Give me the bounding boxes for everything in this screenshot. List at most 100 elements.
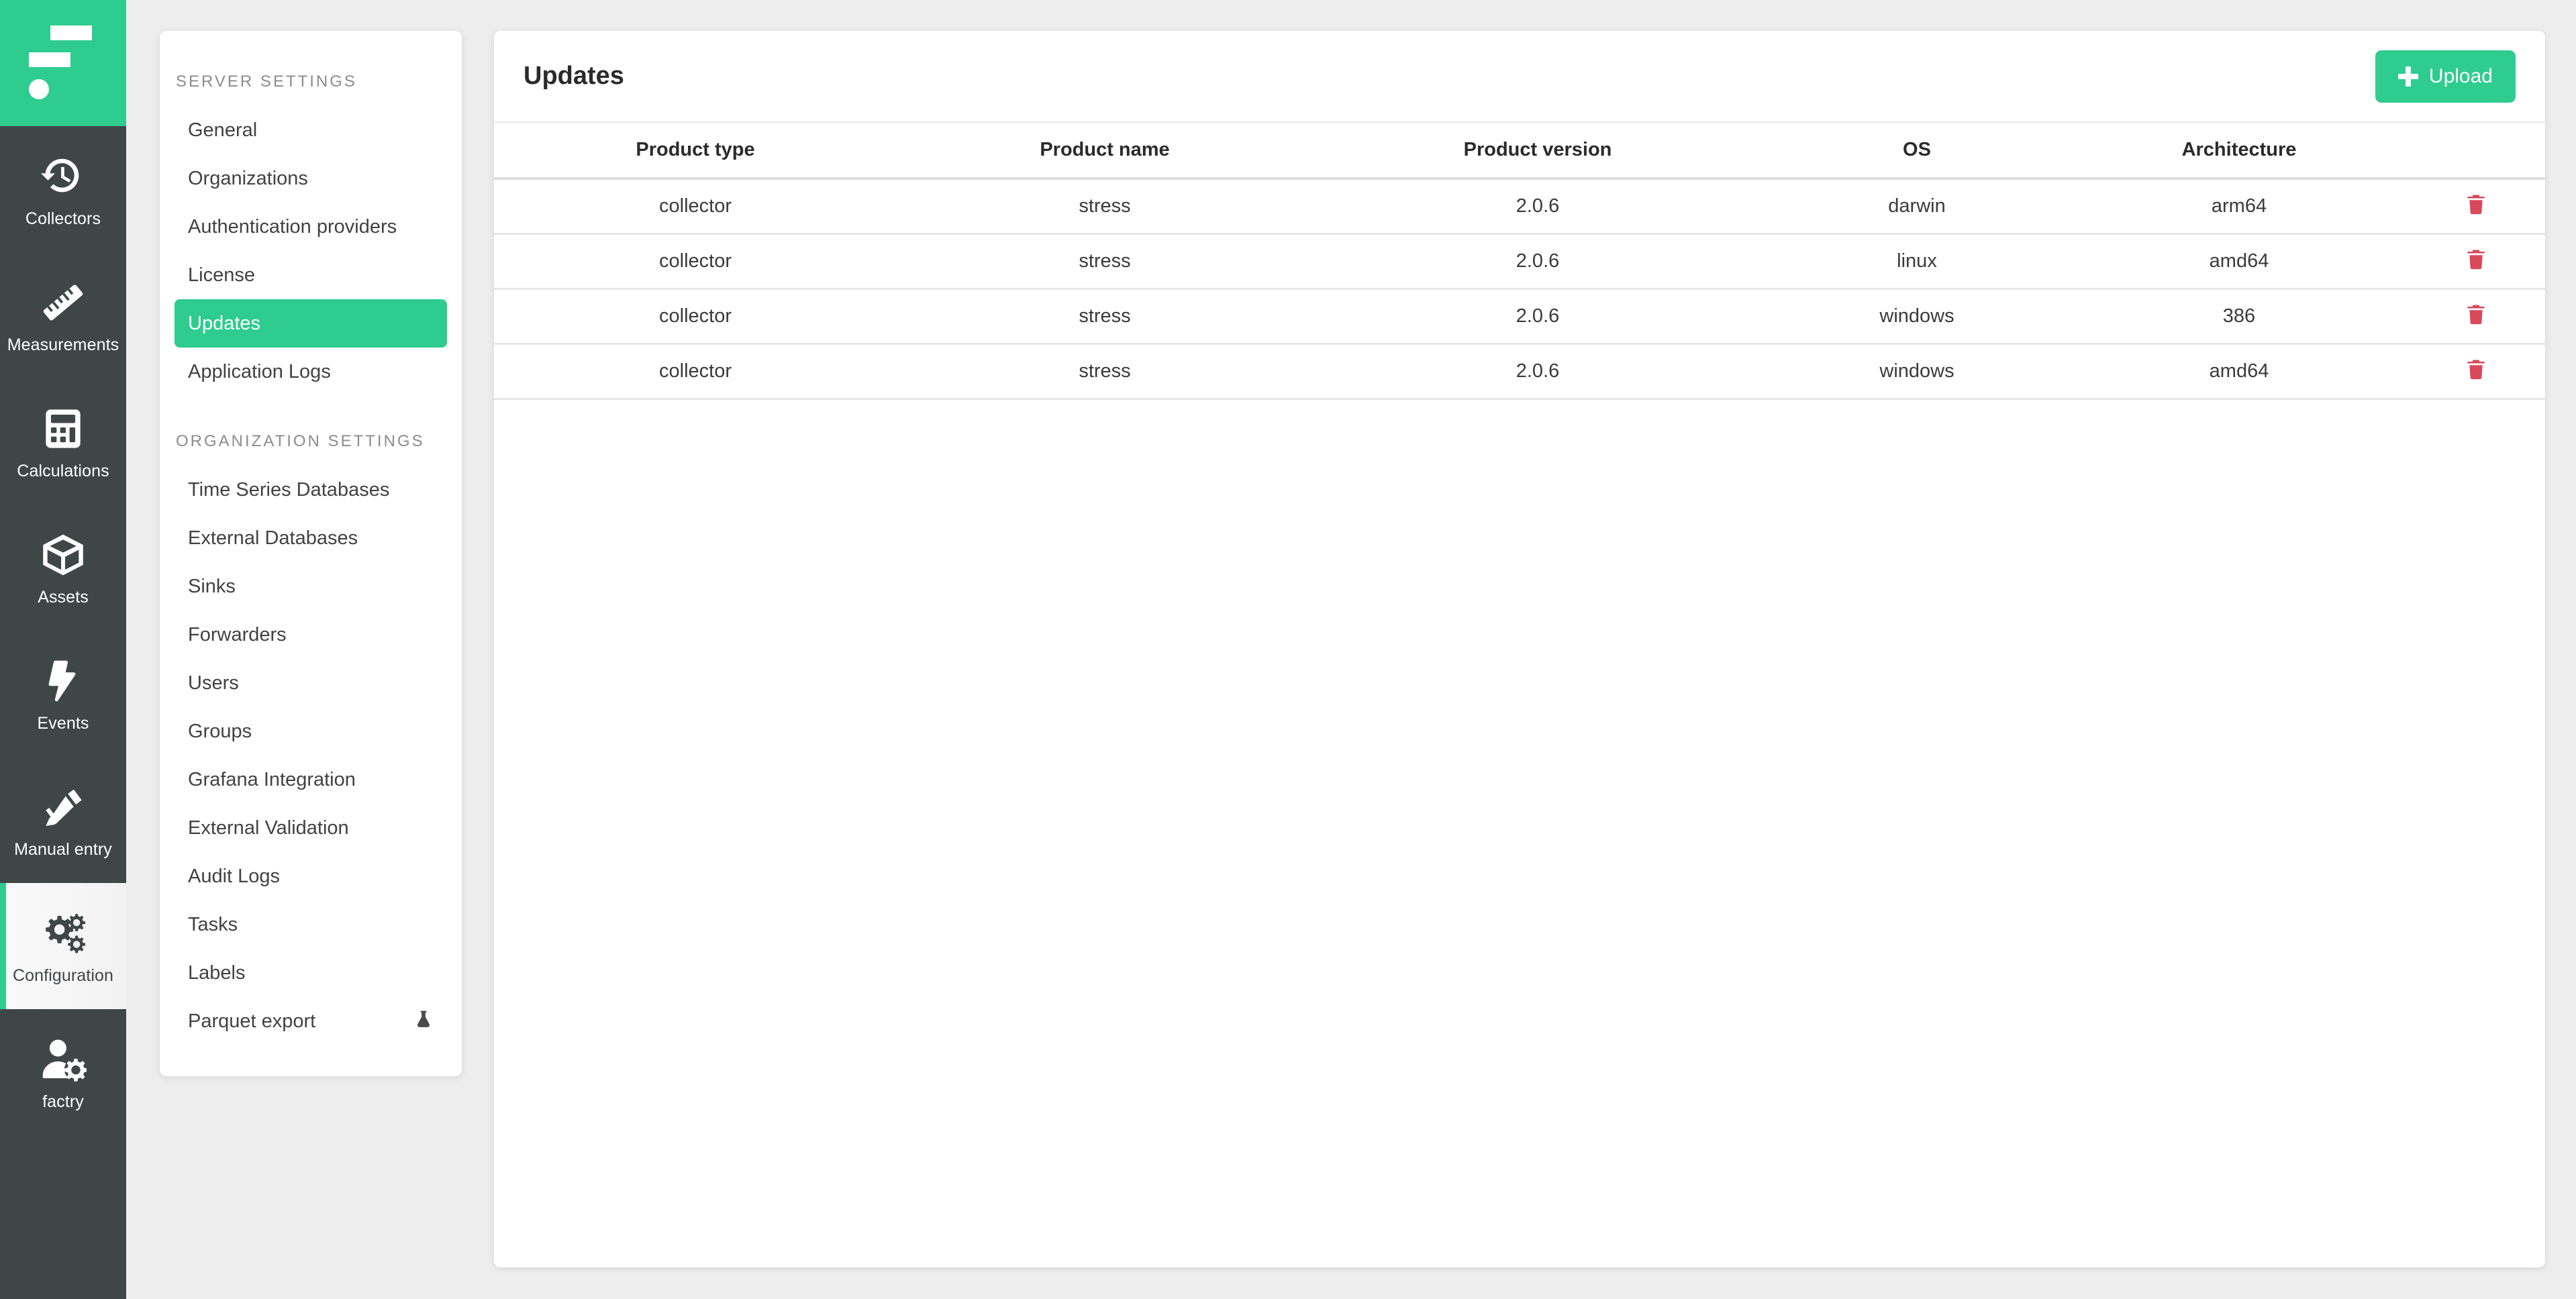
settings-item-tasks[interactable]: Tasks bbox=[175, 900, 447, 949]
history-clock-icon bbox=[38, 152, 88, 201]
nav-item-assets[interactable]: Assets bbox=[0, 505, 126, 631]
settings-item-label: Grafana Integration bbox=[188, 768, 356, 790]
settings-item-label: Labels bbox=[188, 962, 246, 984]
cell-os: linux bbox=[1763, 233, 2071, 290]
settings-item-label: Application Logs bbox=[188, 360, 331, 382]
nav-item-label: factry bbox=[42, 1092, 84, 1111]
cell-actions bbox=[2407, 233, 2545, 290]
settings-item-groups[interactable]: Groups bbox=[175, 707, 447, 756]
app-root: Collectors Measurements Calculations Assets… bbox=[0, 0, 2576, 1299]
nav-item-configuration[interactable]: Configuration bbox=[0, 883, 126, 1009]
cell-architecture: 386 bbox=[2071, 289, 2407, 345]
cell-product-type: collector bbox=[494, 289, 897, 345]
table-row: collector stress 2.0.6 darwin arm64 bbox=[494, 178, 2545, 235]
settings-item-label: Forwarders bbox=[188, 623, 287, 645]
primary-navigation-rail: Collectors Measurements Calculations Assets… bbox=[0, 0, 126, 1299]
settings-item-labels[interactable]: Labels bbox=[175, 949, 447, 997]
table-body: collector stress 2.0.6 darwin arm64 collector… bbox=[494, 178, 2545, 400]
settings-item-sinks[interactable]: Sinks bbox=[175, 562, 447, 611]
table-row: collector stress 2.0.6 linux amd64 bbox=[494, 233, 2545, 290]
settings-item-license[interactable]: License bbox=[175, 251, 447, 299]
delete-row-button[interactable] bbox=[2461, 190, 2491, 219]
settings-item-grafana-integration[interactable]: Grafana Integration bbox=[175, 756, 447, 804]
table-column-header bbox=[2407, 121, 2545, 180]
cell-product-version: 2.0.6 bbox=[1313, 233, 1763, 290]
cell-os: windows bbox=[1763, 344, 2071, 400]
nav-item-label: Assets bbox=[38, 587, 89, 607]
settings-item-label: Updates bbox=[188, 312, 261, 334]
nav-item-collectors[interactable]: Collectors bbox=[0, 126, 126, 252]
cell-architecture: amd64 bbox=[2071, 344, 2407, 400]
nav-item-label: Calculations bbox=[17, 461, 109, 480]
lightning-bolt-icon bbox=[38, 656, 88, 706]
nav-item-factry[interactable]: factry bbox=[0, 1009, 126, 1135]
nav-item-events[interactable]: Events bbox=[0, 631, 126, 757]
nav-spacer bbox=[0, 1135, 126, 1299]
cell-product-version: 2.0.6 bbox=[1313, 289, 1763, 345]
trash-icon bbox=[2465, 302, 2487, 327]
settings-item-external-validation[interactable]: External Validation bbox=[175, 804, 447, 852]
settings-item-label: Organizations bbox=[188, 167, 308, 189]
settings-item-label: Groups bbox=[188, 720, 252, 742]
settings-item-label: Audit Logs bbox=[188, 865, 281, 887]
table-column-header: OS bbox=[1763, 121, 2071, 180]
settings-item-label: General bbox=[188, 119, 258, 141]
upload-button-label: Upload bbox=[2428, 64, 2493, 87]
cube-icon bbox=[38, 530, 88, 580]
settings-group-title: SERVER SETTINGS bbox=[176, 72, 357, 91]
panel-header: Updates Upload bbox=[494, 31, 2545, 121]
nav-item-label: Events bbox=[37, 713, 89, 733]
settings-item-application-logs[interactable]: Application Logs bbox=[175, 348, 447, 396]
settings-item-users[interactable]: Users bbox=[175, 659, 447, 707]
cell-product-type: collector bbox=[494, 233, 897, 290]
settings-menu-card: SERVER SETTINGS General Organizations Authe… bbox=[160, 31, 462, 1076]
nav-item-calculations[interactable]: Calculations bbox=[0, 378, 126, 505]
cell-product-name: stress bbox=[897, 344, 1313, 400]
page-title: Updates bbox=[524, 62, 624, 90]
settings-item-label: License bbox=[188, 264, 255, 286]
nav-item-label: Configuration bbox=[12, 966, 113, 985]
cell-product-name: stress bbox=[897, 178, 1313, 235]
cell-actions bbox=[2407, 178, 2545, 235]
nav-item-measurements[interactable]: Measurements bbox=[0, 252, 126, 378]
cell-architecture: arm64 bbox=[2071, 178, 2407, 235]
cell-product-version: 2.0.6 bbox=[1313, 178, 1763, 235]
settings-item-label: Parquet export bbox=[188, 1010, 316, 1032]
logo-dot bbox=[29, 79, 49, 99]
settings-item-forwarders[interactable]: Forwarders bbox=[175, 611, 447, 659]
settings-group-title: ORGANIZATION SETTINGS bbox=[176, 432, 425, 450]
settings-item-authentication-providers[interactable]: Authentication providers bbox=[175, 203, 447, 251]
updates-panel: Updates Upload Product type Product name P… bbox=[494, 31, 2545, 1267]
updates-table: Product type Product name Product version O… bbox=[494, 121, 2545, 400]
gears-icon bbox=[38, 908, 88, 958]
delete-row-button[interactable] bbox=[2461, 355, 2491, 384]
settings-item-updates[interactable]: Updates bbox=[175, 299, 447, 348]
plus-icon bbox=[2397, 66, 2418, 87]
settings-item-external-databases[interactable]: External Databases bbox=[175, 514, 447, 562]
settings-item-general[interactable]: General bbox=[175, 106, 447, 154]
settings-item-label: External Databases bbox=[188, 527, 358, 549]
settings-item-time-series-databases[interactable]: Time Series Databases bbox=[175, 466, 447, 514]
settings-item-label: Users bbox=[188, 672, 239, 694]
settings-item-label: External Validation bbox=[188, 817, 349, 839]
app-logo[interactable] bbox=[0, 0, 126, 126]
cell-actions bbox=[2407, 289, 2545, 345]
nav-item-label: Manual entry bbox=[14, 839, 112, 859]
settings-item-parquet-export[interactable]: Parquet export bbox=[175, 997, 447, 1045]
settings-item-label: Time Series Databases bbox=[188, 478, 390, 501]
delete-row-button[interactable] bbox=[2461, 300, 2491, 329]
logo-bar-top bbox=[50, 25, 92, 40]
upload-button[interactable]: Upload bbox=[2375, 50, 2516, 103]
nav-item-manual-entry[interactable]: Manual entry bbox=[0, 757, 126, 883]
cell-product-version: 2.0.6 bbox=[1313, 344, 1763, 400]
nav-item-label: Collectors bbox=[25, 209, 101, 228]
settings-item-audit-logs[interactable]: Audit Logs bbox=[175, 852, 447, 900]
logo-bar-middle bbox=[29, 52, 70, 67]
table-row: collector stress 2.0.6 windows amd64 bbox=[494, 344, 2545, 400]
cell-product-name: stress bbox=[897, 233, 1313, 290]
cell-architecture: amd64 bbox=[2071, 233, 2407, 290]
table-column-header: Architecture bbox=[2071, 121, 2407, 180]
settings-item-organizations[interactable]: Organizations bbox=[175, 154, 447, 203]
cell-os: darwin bbox=[1763, 178, 2071, 235]
delete-row-button[interactable] bbox=[2461, 245, 2491, 274]
